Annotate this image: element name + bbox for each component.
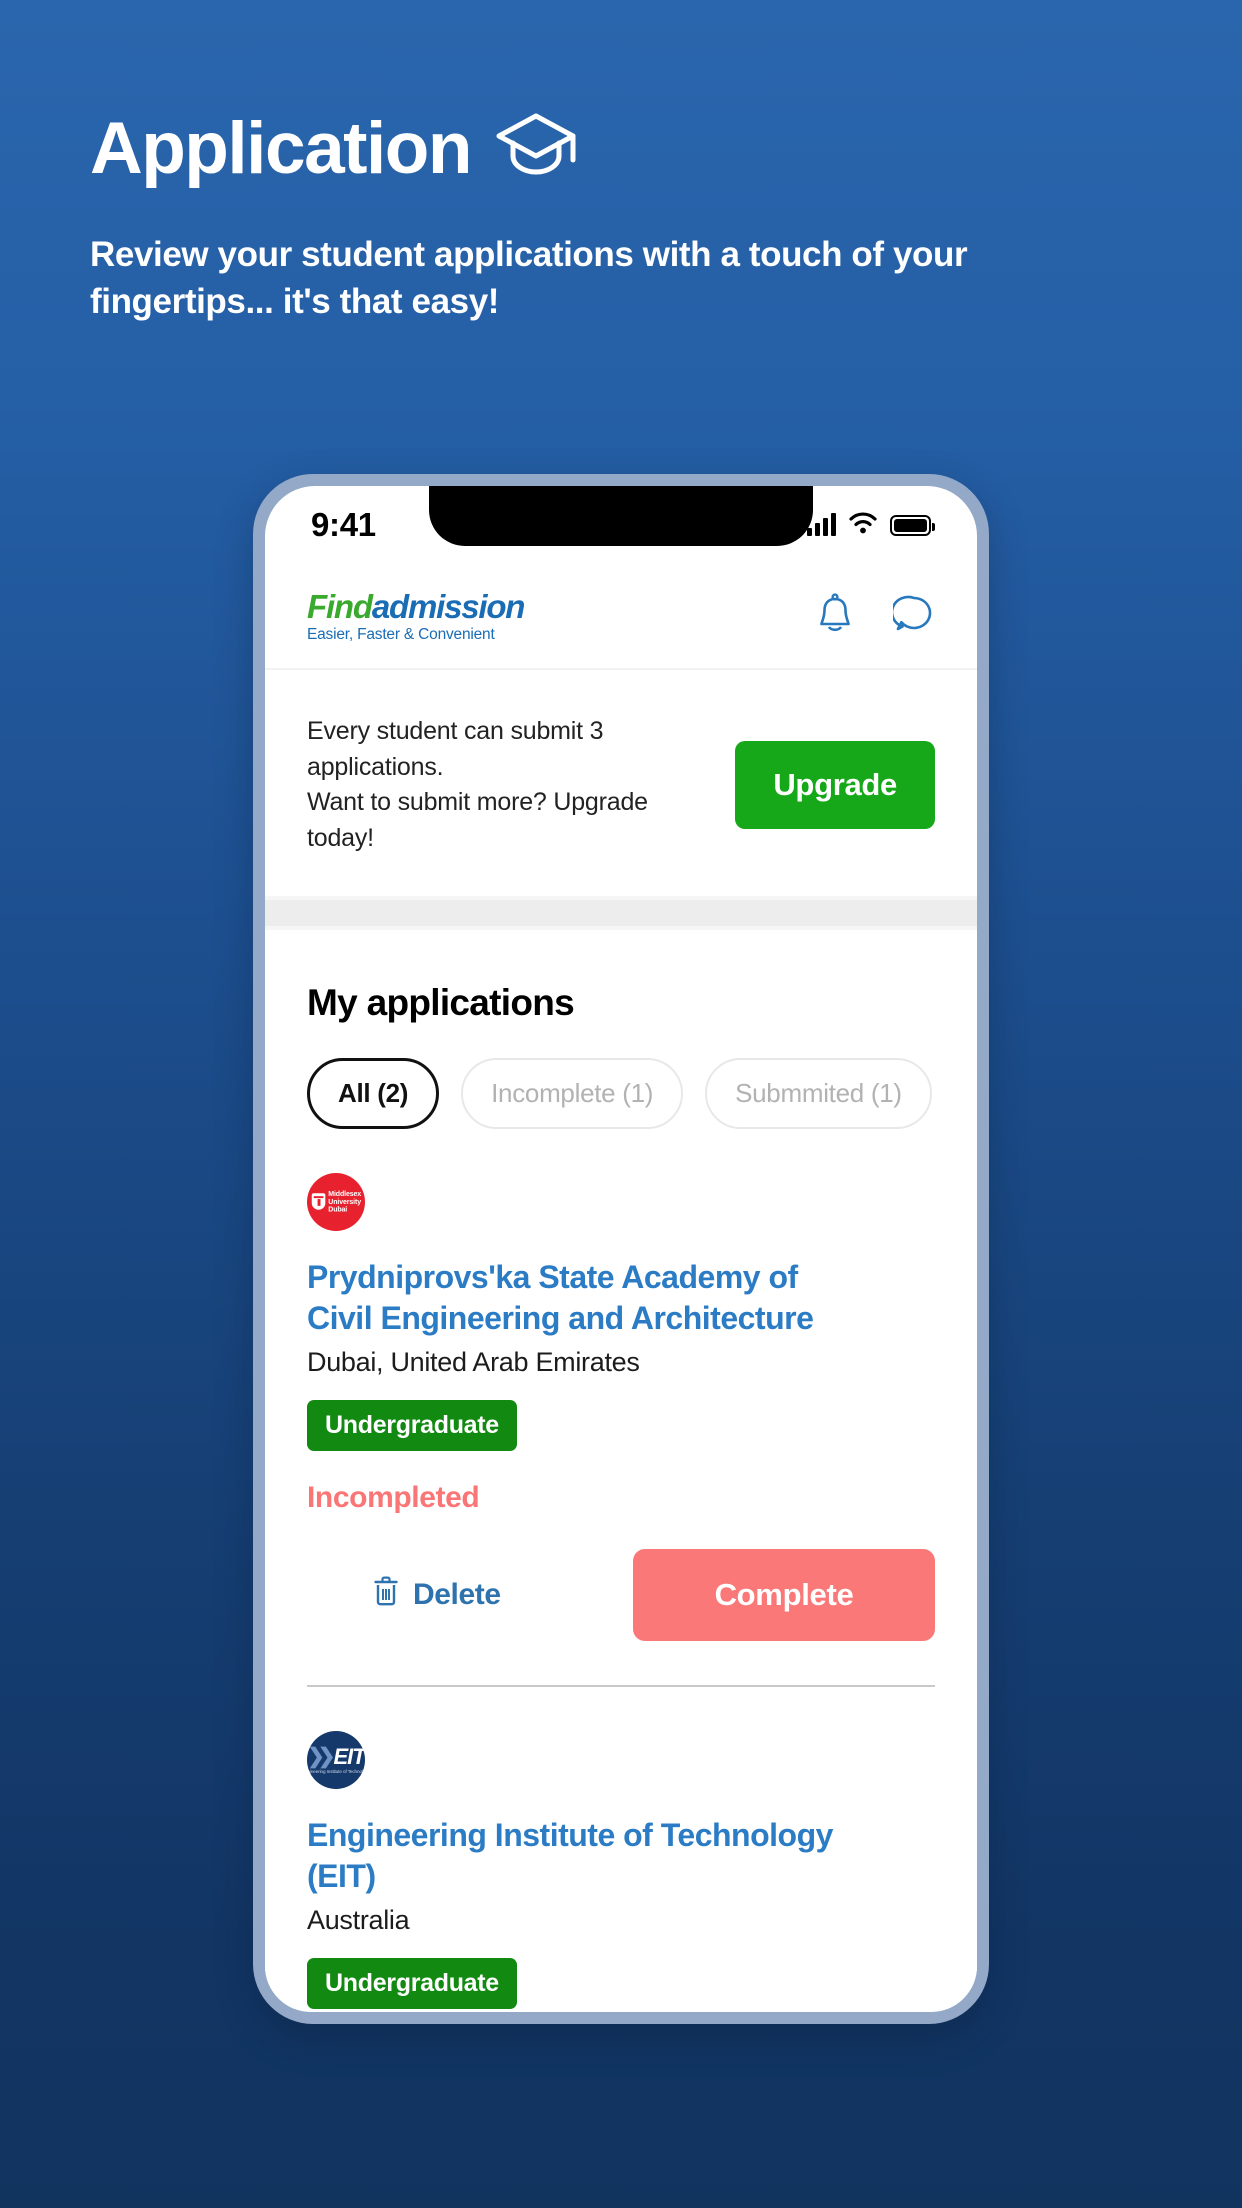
logo-wordmark: Findadmission — [307, 587, 526, 625]
battery-full-icon — [890, 514, 935, 536]
logo-line-3: Dubai — [327, 1204, 347, 1214]
shield-icon — [311, 1193, 325, 1211]
filter-chip-incomplete[interactable]: Incomplete (1) — [461, 1058, 684, 1129]
phone-screen: 9:41 Findadmission Easier, Faster & Conv… — [265, 486, 977, 2012]
chat-bubble-icon[interactable] — [890, 593, 935, 640]
logo-line-1: EIT — [333, 1743, 365, 1769]
level-badge: Undergraduate — [307, 1957, 517, 2009]
filter-chip-submitted[interactable]: Submmited (1) — [705, 1058, 932, 1129]
header-actions — [815, 592, 935, 641]
upgrade-banner-line2: Want to submit more? Upgrade today! — [307, 788, 648, 852]
applications-heading: My applications — [307, 982, 575, 1023]
delete-label: Delete — [413, 1577, 501, 1611]
logo-admission-text: admission — [371, 587, 526, 625]
applications-section: My applications All (2) Incomplete (1) S… — [265, 930, 977, 2009]
middlesex-university-dubai-logo: Middlesex University Dubai — [307, 1173, 365, 1231]
delete-button[interactable]: Delete — [355, 1562, 519, 1628]
university-location: Australia — [307, 1904, 410, 1935]
status-bar: 9:41 — [265, 486, 977, 564]
level-badge: Undergraduate — [307, 1399, 517, 1451]
engineering-institute-of-technology-logo: ❯❯ EIT Engineering Institute of Technolo… — [307, 1730, 365, 1789]
logo-find-text: Find — [307, 587, 373, 625]
status-indicators — [807, 511, 935, 539]
phone-notch — [429, 486, 813, 546]
page-title: Application — [90, 104, 1170, 192]
upgrade-banner: Every student can submit 3 applications.… — [265, 670, 977, 896]
status-time: 9:41 — [311, 506, 376, 543]
card-actions: Delete Complete — [307, 1548, 935, 1641]
app-header: Findadmission Easier, Faster & Convenien… — [265, 564, 977, 668]
upgrade-button[interactable]: Upgrade — [735, 741, 935, 829]
trash-icon — [373, 1576, 399, 1614]
wifi-icon — [848, 511, 878, 539]
section-separator-band — [265, 900, 977, 926]
logo-line-2: Engineering Institute of Technology — [307, 1768, 365, 1774]
application-card[interactable]: Middlesex University Dubai Prydniprovs'k… — [307, 1129, 935, 1687]
chevron-right-icon: ❯❯ — [307, 1745, 335, 1769]
university-name[interactable]: Engineering Institute of Technology (EIT… — [307, 1815, 867, 1897]
application-status: Incompleted — [307, 1480, 480, 1514]
cellular-bars-icon — [807, 513, 836, 536]
bell-icon[interactable] — [815, 592, 855, 641]
promo-header: Application Review your student applicat… — [90, 104, 1170, 325]
application-card[interactable]: ❯❯ EIT Engineering Institute of Technolo… — [307, 1687, 935, 2009]
upgrade-banner-text: Every student can submit 3 applications.… — [307, 714, 715, 856]
university-location: Dubai, United Arab Emirates — [307, 1346, 640, 1377]
university-name[interactable]: Prydniprovs'ka State Academy of Civil En… — [307, 1257, 867, 1339]
findadmission-logo[interactable]: Findadmission Easier, Faster & Convenien… — [307, 587, 526, 643]
filter-chip-all[interactable]: All (2) — [307, 1058, 440, 1129]
page-subtitle: Review your student applications with a … — [90, 235, 968, 321]
graduation-cap-icon — [493, 110, 579, 192]
filter-chips: All (2) Incomplete (1) Submmited (1) — [307, 1058, 935, 1129]
phone-mockup: 9:41 Findadmission Easier, Faster & Conv… — [253, 474, 989, 2024]
page-title-text: Application — [90, 107, 472, 189]
upgrade-banner-line1: Every student can submit 3 applications. — [307, 717, 604, 781]
logo-tagline: Easier, Faster & Convenient — [307, 625, 495, 643]
complete-button[interactable]: Complete — [633, 1548, 935, 1641]
